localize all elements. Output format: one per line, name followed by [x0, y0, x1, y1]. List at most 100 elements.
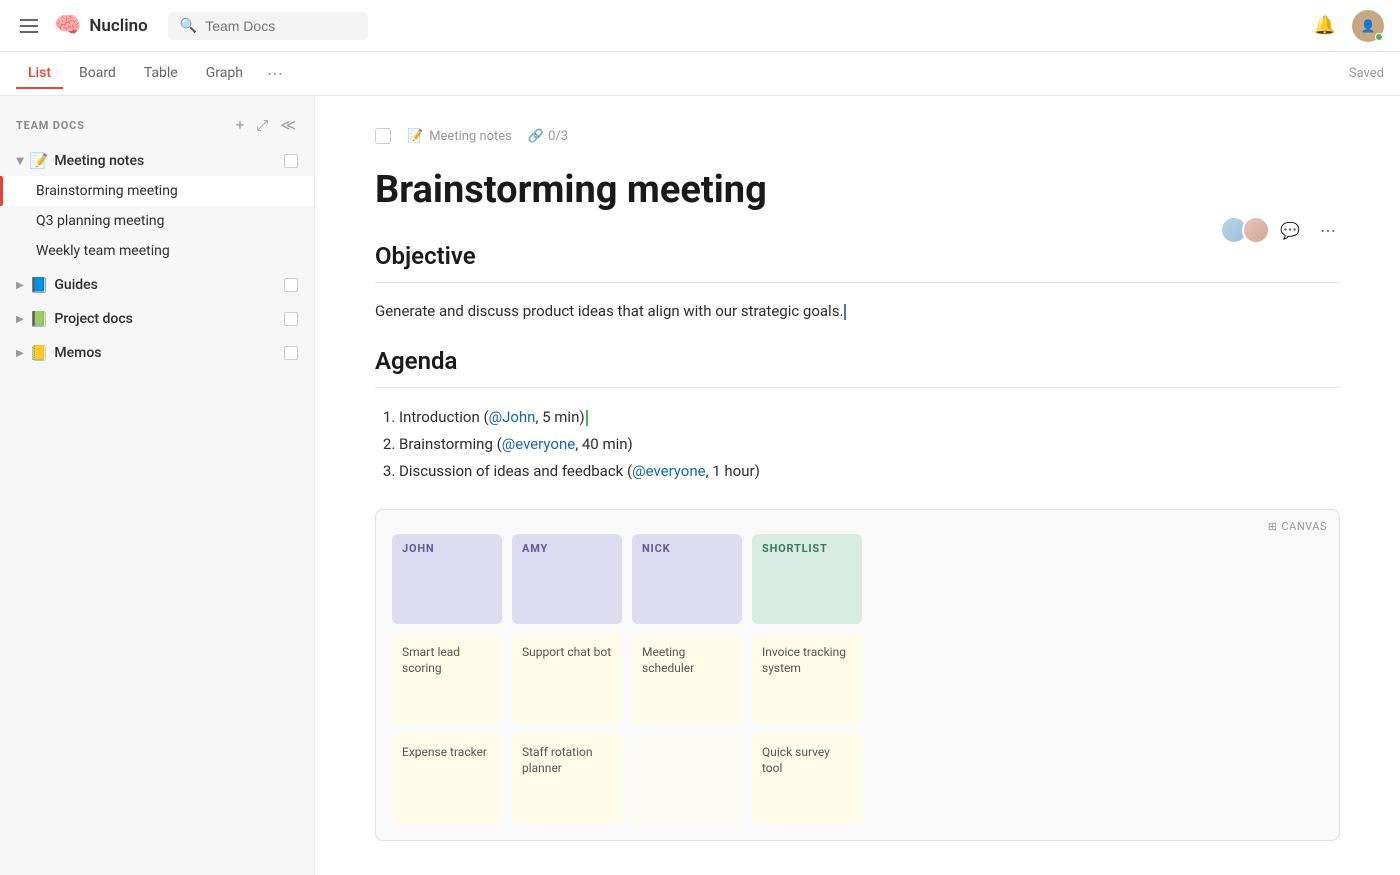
sidebar-group-meeting-notes: ▶ 📝 Meeting notes Brainstorming meeting … — [0, 146, 314, 266]
add-item-button[interactable]: + — [234, 114, 247, 136]
sidebar-item-q3-planning[interactable]: Q3 planning meeting — [0, 206, 314, 236]
doc-progress: 🔗 0/3 — [528, 129, 568, 144]
document-title: Brainstorming meeting — [375, 168, 1340, 214]
sidebar-group-meeting-notes-header[interactable]: ▶ 📝 Meeting notes — [0, 146, 314, 176]
agenda-item-1: Introduction (@John, 5 min) — [399, 404, 1340, 431]
collapse-sidebar-icon[interactable]: ≪ — [278, 114, 298, 136]
canvas-icon: ⊞ — [1268, 520, 1278, 533]
sidebar-group-memos-header[interactable]: ▶ 📒 Memos — [0, 338, 314, 368]
card-support-chat-bot[interactable]: Support chat bot — [512, 634, 622, 724]
tab-board[interactable]: Board — [67, 59, 128, 89]
agenda-item-2: Brainstorming (@everyone, 40 min) — [399, 431, 1340, 458]
card-quick-survey-tool[interactable]: Quick survey tool — [752, 734, 862, 824]
sidebar-actions: + ⤢ ≪ — [234, 114, 298, 136]
breadcrumb-icon: 📝 — [407, 129, 423, 144]
topbar-right: 🔔 👤 — [1314, 10, 1384, 42]
hamburger-menu[interactable] — [16, 15, 42, 37]
meeting-notes-label: Meeting notes — [54, 153, 278, 169]
col-header-nick: NICK — [632, 534, 742, 624]
card-smart-lead-scoring[interactable]: Smart lead scoring — [392, 634, 502, 724]
sidebar-header: TEAM DOCS + ⤢ ≪ — [0, 108, 314, 146]
agenda-heading: Agenda — [375, 347, 1340, 375]
guides-icon: 📘 — [30, 276, 49, 294]
sidebar-group-guides-header[interactable]: ▶ 📘 Guides — [0, 270, 314, 300]
chevron-icon: ▶ — [14, 157, 25, 165]
agenda-divider — [375, 387, 1340, 388]
view-tabs: List Board Table Graph ⋯ Saved — [0, 52, 1400, 96]
logo-icon: 🧠 — [54, 13, 81, 38]
progress-value: 0/3 — [548, 129, 568, 144]
search-bar[interactable]: 🔍 — [168, 12, 368, 40]
topbar: 🧠 Nuclino 🔍 🔔 👤 — [0, 0, 1400, 52]
app-name: Nuclino — [89, 16, 147, 36]
objective-text: Generate and discuss product ideas that … — [375, 299, 1340, 323]
mention-john[interactable]: @John — [489, 408, 536, 426]
guides-label: Guides — [54, 277, 278, 293]
project-docs-icon: 📗 — [30, 310, 49, 328]
card-expense-tracker[interactable]: Expense tracker — [392, 734, 502, 824]
sidebar-group-project-docs: ▶ 📗 Project docs — [0, 304, 314, 334]
agenda-item-3: Discussion of ideas and feedback (@every… — [399, 458, 1340, 485]
avatar-online-dot — [1375, 33, 1383, 41]
text-cursor — [844, 304, 846, 320]
tab-table[interactable]: Table — [132, 59, 190, 89]
canvas-container: ⊞ CANVAS JOHN AMY NICK SHORTLIST Smart l… — [375, 509, 1340, 841]
card-meeting-scheduler[interactable]: Meeting scheduler — [632, 634, 742, 724]
canvas-grid: JOHN AMY NICK SHORTLIST Smart lead scori… — [392, 534, 1323, 824]
topbar-left: 🧠 Nuclino 🔍 — [16, 12, 368, 40]
cursor-green-1 — [586, 410, 588, 426]
mention-everyone-2[interactable]: @everyone — [632, 462, 705, 480]
user-avatar[interactable]: 👤 — [1352, 10, 1384, 42]
collaborator-avatar-2 — [1242, 216, 1270, 244]
card-invoice-tracking-system[interactable]: Invoice tracking system — [752, 634, 862, 724]
tab-graph[interactable]: Graph — [194, 59, 255, 89]
memos-label: Memos — [54, 345, 278, 361]
more-tabs-icon[interactable]: ⋯ — [259, 58, 291, 89]
expand-icon[interactable]: ⤢ — [254, 114, 270, 136]
doc-breadcrumb: 📝 Meeting notes — [407, 129, 512, 144]
objective-heading: Objective — [375, 242, 1340, 270]
agenda-list: Introduction (@John, 5 min) Brainstormin… — [375, 404, 1340, 485]
notifications-icon[interactable]: 🔔 — [1314, 15, 1336, 36]
sidebar-group-memos: ▶ 📒 Memos — [0, 338, 314, 368]
col-header-amy: AMY — [512, 534, 622, 624]
saved-label: Saved — [1349, 66, 1384, 81]
content-area: 📝 Meeting notes 🔗 0/3 💬 ⋯ Brainstorming … — [315, 96, 1400, 875]
comment-icon[interactable]: 💬 — [1276, 217, 1304, 244]
card-empty-nick-row2 — [632, 734, 742, 824]
main-layout: TEAM DOCS + ⤢ ≪ ▶ 📝 Meeting notes Brains… — [0, 96, 1400, 875]
search-icon: 🔍 — [180, 18, 197, 34]
sidebar-group-project-docs-header[interactable]: ▶ 📗 Project docs — [0, 304, 314, 334]
sidebar-group-guides: ▶ 📘 Guides — [0, 270, 314, 300]
chevron-guides-icon: ▶ — [16, 280, 24, 291]
sidebar-item-weekly-team[interactable]: Weekly team meeting — [0, 236, 314, 266]
collaborators-avatars — [1220, 216, 1264, 244]
sidebar-title: TEAM DOCS — [16, 119, 85, 132]
sidebar: TEAM DOCS + ⤢ ≪ ▶ 📝 Meeting notes Brains… — [0, 96, 315, 875]
mention-everyone-1[interactable]: @everyone — [502, 435, 575, 453]
doc-checkbox[interactable] — [375, 128, 391, 144]
sidebar-item-brainstorming[interactable]: Brainstorming meeting — [0, 176, 314, 206]
memos-checkbox[interactable] — [284, 346, 298, 360]
chevron-project-docs-icon: ▶ — [16, 314, 24, 325]
tab-list[interactable]: List — [16, 59, 63, 89]
meeting-notes-icon: 📝 — [30, 152, 49, 170]
meeting-notes-checkbox[interactable] — [284, 154, 298, 168]
doc-header: 📝 Meeting notes 🔗 0/3 — [375, 128, 1340, 144]
memos-icon: 📒 — [30, 344, 49, 362]
chevron-memos-icon: ▶ — [16, 348, 24, 359]
objective-divider — [375, 282, 1340, 283]
breadcrumb-label[interactable]: Meeting notes — [429, 129, 512, 144]
project-docs-checkbox[interactable] — [284, 312, 298, 326]
progress-icon: 🔗 — [528, 129, 544, 144]
more-options-icon[interactable]: ⋯ — [1316, 217, 1340, 244]
guides-checkbox[interactable] — [284, 278, 298, 292]
canvas-label: ⊞ CANVAS — [1268, 520, 1327, 533]
project-docs-label: Project docs — [54, 311, 278, 327]
card-staff-rotation-planner[interactable]: Staff rotation planner — [512, 734, 622, 824]
logo[interactable]: 🧠 Nuclino — [54, 13, 148, 38]
col-header-shortlist: SHORTLIST — [752, 534, 862, 624]
search-input[interactable] — [205, 18, 345, 34]
col-header-john: JOHN — [392, 534, 502, 624]
content-actions: 💬 ⋯ — [1220, 216, 1340, 244]
